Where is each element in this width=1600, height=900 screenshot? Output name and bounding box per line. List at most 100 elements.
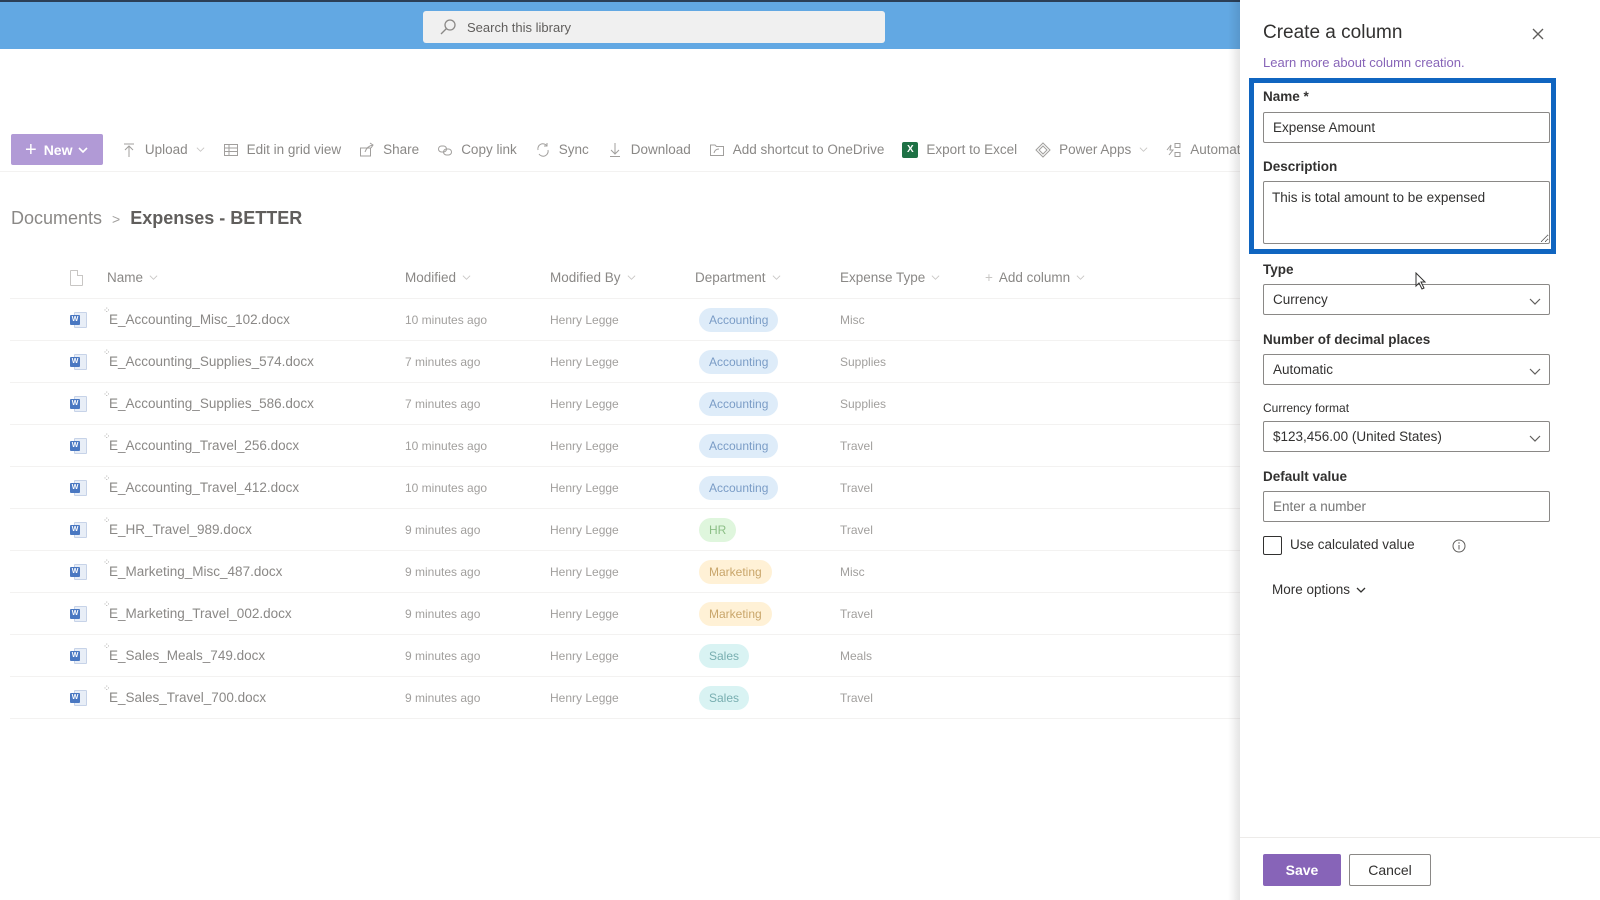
column-header-department[interactable]: Department [695, 270, 840, 285]
name-cell[interactable]: ⁘ E_Marketing_Travel_002.docx [103, 599, 405, 621]
table-row[interactable]: W ⁘ E_Marketing_Misc_487.docx 9 minutes a… [10, 551, 1240, 593]
file-name-link[interactable]: E_Accounting_Supplies_574.docx [109, 354, 314, 369]
name-cell[interactable]: ⁘ E_Sales_Meals_749.docx [103, 641, 405, 663]
download-icon [607, 142, 623, 158]
header-label: Add column [998, 270, 1071, 285]
name-cell[interactable]: ⁘ E_Accounting_Travel_256.docx [103, 431, 405, 453]
file-name-link[interactable]: E_Sales_Meals_749.docx [109, 648, 265, 663]
type-dropdown[interactable]: Currency [1263, 284, 1550, 315]
file-name-link[interactable]: E_Sales_Travel_700.docx [109, 690, 266, 705]
modified-cell: 9 minutes ago [405, 606, 481, 621]
file-type-icon [70, 269, 83, 286]
name-cell[interactable]: ⁘ E_Marketing_Misc_487.docx [103, 557, 405, 579]
command-edit-in-grid-view[interactable]: Edit in grid view [223, 142, 342, 158]
modified-by-cell[interactable]: Henry Legge [550, 355, 695, 369]
name-field[interactable] [1263, 112, 1550, 143]
modified-by-cell[interactable]: Henry Legge [550, 313, 695, 327]
learn-more-link[interactable]: Learn more about column creation. [1263, 55, 1465, 70]
name-cell[interactable]: ⁘ E_HR_Travel_989.docx [103, 515, 405, 537]
file-name-link[interactable]: E_Marketing_Travel_002.docx [109, 606, 292, 621]
currency-format-dropdown[interactable]: $123,456.00 (United States) [1263, 421, 1550, 452]
command-copy-link[interactable]: Copy link [437, 142, 517, 158]
save-button[interactable]: Save [1263, 854, 1341, 886]
table-row[interactable]: W ⁘ E_Sales_Travel_700.docx 9 minutes ago… [10, 677, 1240, 719]
modified-by-cell[interactable]: Henry Legge [550, 481, 695, 495]
command-label: Power Apps [1059, 142, 1132, 157]
department-cell: Accounting [695, 391, 840, 416]
chevron-down-icon [931, 275, 940, 280]
command-download[interactable]: Download [607, 142, 691, 158]
word-document-icon: W [70, 605, 88, 623]
file-name-link[interactable]: E_Marketing_Misc_487.docx [109, 564, 282, 579]
modified-by-cell[interactable]: Henry Legge [550, 691, 695, 705]
file-type-cell: W [10, 605, 107, 623]
new-item-icon: ⁘ [103, 599, 111, 609]
name-cell[interactable]: ⁘ E_Accounting_Supplies_574.docx [103, 347, 405, 369]
command-sync[interactable]: Sync [535, 142, 589, 158]
use-calculated-checkbox[interactable] [1263, 536, 1282, 555]
file-type-cell: W [10, 689, 107, 707]
search-box[interactable]: Search this library [423, 11, 885, 43]
file-name-link[interactable]: E_HR_Travel_989.docx [109, 522, 252, 537]
column-header-modified-by[interactable]: Modified By [550, 270, 695, 285]
column-header-modified[interactable]: Modified [405, 270, 550, 285]
name-label: Name * [1263, 89, 1309, 104]
modified-by-cell[interactable]: Henry Legge [550, 607, 695, 621]
command-export-to-excel[interactable]: X Export to Excel [902, 141, 1017, 158]
header-label: Modified By [550, 270, 621, 285]
table-row[interactable]: W ⁘ E_Accounting_Misc_102.docx 10 minutes… [10, 299, 1240, 341]
command-add-shortcut-to-onedrive[interactable]: Add shortcut to OneDrive [709, 142, 884, 158]
expense-type-cell: Supplies [840, 396, 887, 411]
command-label: Edit in grid view [246, 142, 342, 157]
chevron-down-icon [149, 275, 158, 280]
column-header-expense-type[interactable]: Expense Type [840, 270, 985, 285]
grid-icon [223, 142, 239, 158]
modified-by-cell[interactable]: Henry Legge [550, 523, 695, 537]
close-icon[interactable] [1530, 26, 1546, 42]
file-type-header[interactable] [10, 269, 107, 286]
table-row[interactable]: W ⁘ E_Sales_Meals_749.docx 9 minutes ago … [10, 635, 1240, 677]
department-pill: Marketing [699, 601, 772, 626]
new-item-icon: ⁘ [103, 305, 111, 315]
modified-by-cell[interactable]: Henry Legge [550, 397, 695, 411]
table-row[interactable]: W ⁘ E_Accounting_Travel_412.docx 10 minut… [10, 467, 1240, 509]
department-pill: Accounting [699, 349, 779, 374]
command-power-apps[interactable]: Power Apps [1035, 141, 1148, 158]
command-upload[interactable]: Upload [121, 142, 205, 158]
file-name-link[interactable]: E_Accounting_Supplies_586.docx [109, 396, 314, 411]
file-name-link[interactable]: E_Accounting_Misc_102.docx [109, 312, 290, 327]
default-value-field[interactable] [1263, 491, 1550, 522]
table-row[interactable]: W ⁘ E_Marketing_Travel_002.docx 9 minutes… [10, 593, 1240, 635]
department-cell: Accounting [695, 475, 840, 500]
name-cell[interactable]: ⁘ E_Sales_Travel_700.docx [103, 683, 405, 705]
description-field[interactable] [1263, 181, 1550, 244]
name-cell[interactable]: ⁘ E_Accounting_Supplies_586.docx [103, 389, 405, 411]
modified-by-cell[interactable]: Henry Legge [550, 649, 695, 663]
decimals-dropdown[interactable]: Automatic [1263, 354, 1550, 385]
type-value: Currency [1273, 292, 1328, 307]
name-cell[interactable]: ⁘ E_Accounting_Travel_412.docx [103, 473, 405, 495]
expense-type-cell: Travel [840, 606, 873, 621]
chevron-down-icon [1529, 435, 1541, 442]
table-row[interactable]: W ⁘ E_Accounting_Travel_256.docx 10 minut… [10, 425, 1240, 467]
new-button[interactable]: + New [11, 134, 103, 165]
add-column-button[interactable]: + Add column [985, 270, 1145, 285]
cancel-button[interactable]: Cancel [1349, 854, 1431, 886]
modified-by-cell[interactable]: Henry Legge [550, 439, 695, 453]
modified-by-cell[interactable]: Henry Legge [550, 565, 695, 579]
file-name-link[interactable]: E_Accounting_Travel_412.docx [109, 480, 299, 495]
more-options-button[interactable]: More options [1272, 582, 1366, 597]
command-share[interactable]: Share [359, 142, 419, 158]
department-cell: Accounting [695, 349, 840, 374]
department-cell: Sales [695, 685, 840, 710]
column-header-name[interactable]: Name [107, 270, 405, 285]
breadcrumb-documents[interactable]: Documents [11, 208, 102, 229]
table-row[interactable]: W ⁘ E_Accounting_Supplies_586.docx 7 minu… [10, 383, 1240, 425]
file-name-link[interactable]: E_Accounting_Travel_256.docx [109, 438, 299, 453]
name-cell[interactable]: ⁘ E_Accounting_Misc_102.docx [103, 305, 405, 327]
table-row[interactable]: W ⁘ E_HR_Travel_989.docx 9 minutes ago He… [10, 509, 1240, 551]
info-icon[interactable] [1452, 539, 1466, 553]
modified-cell: 9 minutes ago [405, 648, 481, 663]
new-item-icon: ⁘ [103, 515, 111, 525]
table-row[interactable]: W ⁘ E_Accounting_Supplies_574.docx 7 minu… [10, 341, 1240, 383]
